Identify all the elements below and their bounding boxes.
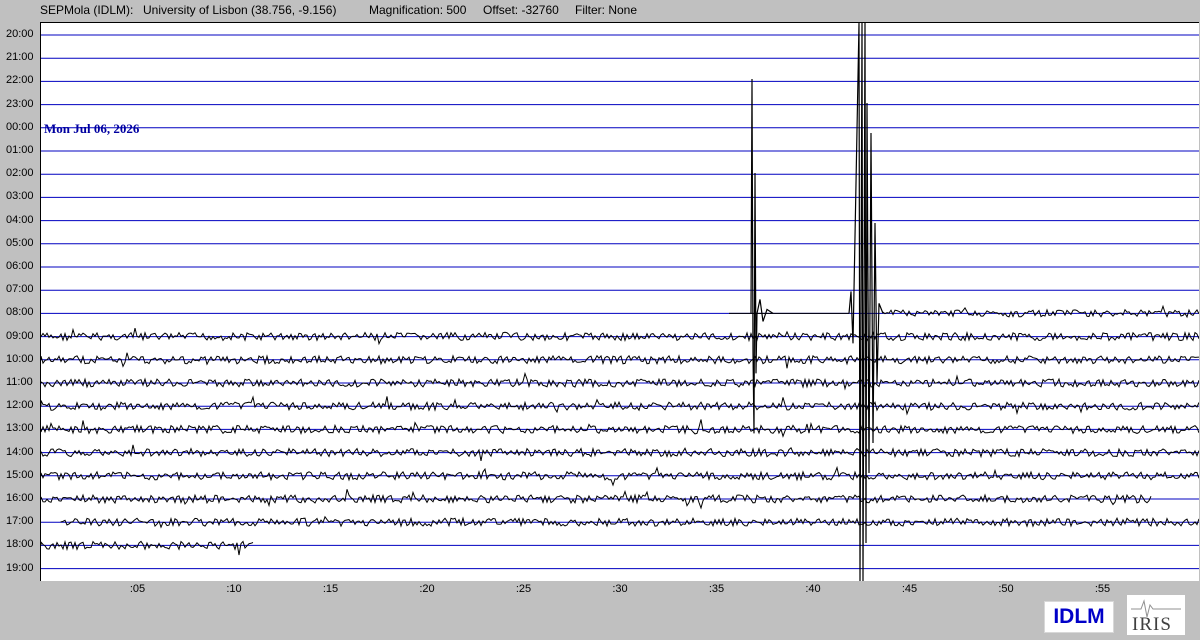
hour-label: 03:00 [6, 190, 34, 203]
hour-label: 05:00 [6, 236, 34, 249]
hour-label: 11:00 [6, 376, 33, 388]
hour-label: 09:00 [6, 329, 34, 342]
magnification-value: Magnification: 500 [369, 3, 467, 17]
station-location: University of Lisbon (38.756, -9.156) [143, 3, 337, 17]
header-bar: SEPMola (IDLM): University of Lisbon (38… [0, 0, 1200, 20]
minute-label: :45 [901, 583, 918, 595]
helicorder-plot[interactable] [40, 22, 1199, 581]
hour-label: 02:00 [6, 167, 34, 180]
hour-label: 00:00 [6, 120, 34, 133]
minute-label: :30 [612, 583, 628, 595]
seismogram-canvas [41, 23, 1199, 581]
seismic-trace [41, 540, 254, 556]
seismic-trace [41, 352, 1199, 369]
hour-label: 19:00 [6, 561, 34, 574]
minute-label: :05 [129, 583, 146, 595]
hour-label: 18:00 [6, 538, 34, 551]
minute-label: :25 [515, 583, 532, 595]
hour-label: 01:00 [6, 144, 34, 156]
hour-label: 15:00 [6, 468, 34, 481]
hour-label: 06:00 [6, 260, 34, 272]
minute-label: :50 [998, 583, 1014, 595]
hour-label: 23:00 [6, 97, 34, 110]
hour-label: 08:00 [6, 306, 34, 319]
minute-label: :55 [1094, 583, 1111, 595]
minute-label: :20 [419, 583, 435, 595]
hour-label: 17:00 [6, 515, 34, 528]
minute-label: :15 [322, 583, 339, 595]
offset-value: Offset: -32760 [483, 3, 559, 17]
hour-label: 04:00 [6, 213, 34, 226]
minute-label: :35 [708, 583, 725, 595]
seismic-trace [41, 419, 1199, 438]
hour-label: 21:00 [6, 51, 34, 64]
hour-label: 14:00 [6, 445, 34, 458]
seismic-trace [41, 371, 1199, 391]
filter-value: Filter: None [575, 3, 638, 17]
seismic-trace [41, 395, 1199, 416]
hour-label: 13:00 [6, 422, 34, 435]
iris-logo-text: IRIS [1132, 614, 1172, 635]
hour-label: 12:00 [6, 399, 34, 412]
hour-label: 07:00 [6, 283, 34, 296]
minute-label: :10 [226, 583, 242, 595]
iris-logo: IRIS [1127, 595, 1185, 635]
hour-label: 10:00 [6, 352, 34, 365]
hour-label: 22:00 [6, 74, 34, 87]
seismic-trace [882, 304, 1199, 319]
station-name: SEPMola (IDLM): [40, 3, 134, 17]
seismic-trace [41, 465, 1199, 487]
seismic-trace [41, 327, 1199, 346]
idlm-logo: IDLM [1044, 601, 1114, 633]
date-marker: Mon Jul 06, 2026 [44, 121, 140, 136]
minute-label: :40 [805, 583, 821, 595]
hour-label: 16:00 [6, 492, 34, 504]
hour-label: 20:00 [6, 28, 34, 40]
event-trace [750, 78, 774, 434]
